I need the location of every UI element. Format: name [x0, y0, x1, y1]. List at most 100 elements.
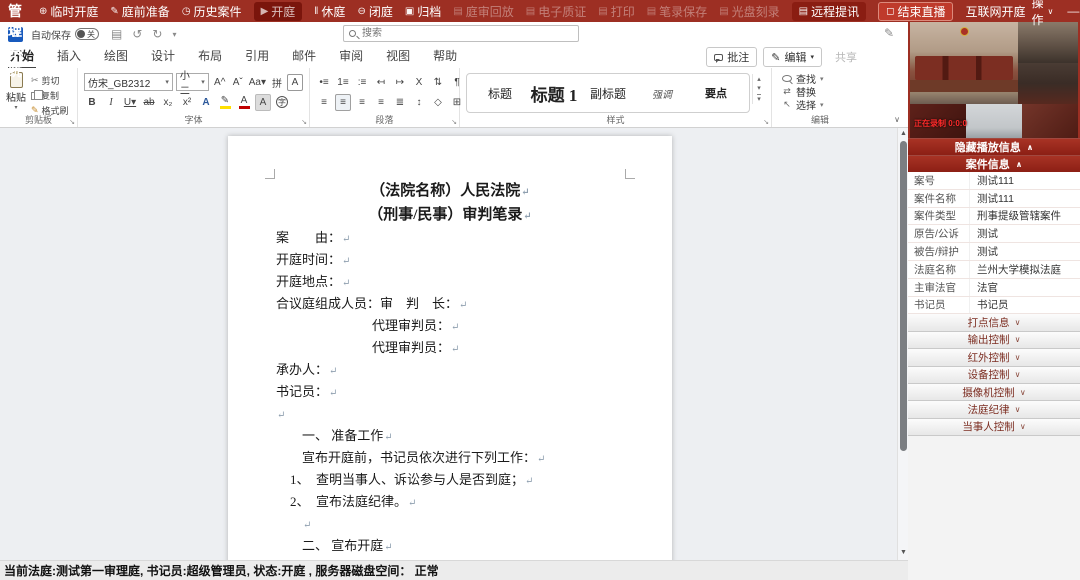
tab-review[interactable]: 审阅	[337, 45, 365, 69]
sort-icon[interactable]: ⇅	[430, 74, 446, 91]
section-marker-info[interactable]: 打点信息∨	[908, 314, 1080, 331]
tab-help[interactable]: 帮助	[431, 45, 459, 69]
distribute-icon[interactable]: ≣	[392, 94, 408, 111]
style-emphasis[interactable]: 强调	[635, 86, 689, 101]
decrease-indent-icon[interactable]: ↤	[373, 74, 389, 91]
underline-icon[interactable]: U▾	[122, 94, 138, 111]
undo-icon[interactable]: ↺	[132, 27, 142, 41]
search-input[interactable]	[360, 27, 573, 40]
dialog-launcher-icon[interactable]: ↘	[69, 118, 75, 126]
align-center-icon[interactable]: ≡	[335, 94, 351, 111]
share-button[interactable]: 共享	[828, 48, 864, 66]
comments-button[interactable]: 批注	[706, 47, 757, 67]
topbar-item-temp-court[interactable]: ⊕临时开庭	[39, 3, 98, 20]
gallery-up-icon[interactable]: ▴	[757, 75, 761, 83]
vertical-scrollbar[interactable]: ▲ ▼	[897, 128, 908, 560]
style-title[interactable]: 标题	[473, 85, 527, 102]
topbar-item-history-cases[interactable]: ◷历史案件	[182, 3, 242, 20]
section-device-control[interactable]: 设备控制∨	[908, 367, 1080, 384]
highlight-icon[interactable]: ✎	[217, 94, 233, 111]
style-subtitle[interactable]: 副标题	[581, 85, 635, 102]
shading-icon[interactable]: ◇	[430, 94, 446, 111]
tab-layout[interactable]: 布局	[196, 45, 224, 69]
case-info-header[interactable]: 案件信息 ∧	[908, 155, 1080, 172]
dialog-launcher-icon[interactable]: ↘	[301, 118, 307, 126]
font-name-select[interactable]: 仿宋_GB2312 ▾	[84, 73, 173, 91]
find-button[interactable]: 查找 ▾	[782, 72, 862, 85]
minimize-button[interactable]: —	[1067, 4, 1079, 18]
topbar-item-internet-court[interactable]: 互联网开庭	[965, 3, 1025, 20]
topbar-item-archive[interactable]: ▣归档	[405, 3, 441, 20]
topbar-item-remote-interrogation[interactable]: ▤远程提讯	[792, 2, 866, 21]
tab-insert[interactable]: 插入	[55, 45, 83, 69]
font-color-icon[interactable]: A	[236, 94, 252, 111]
topbar-item-close-court[interactable]: ⊖闭庭	[357, 3, 392, 20]
style-heading1[interactable]: 标题 1	[527, 81, 581, 106]
cut-button[interactable]: ✂ 剪切	[31, 74, 69, 87]
copy-button[interactable]: 复制	[31, 89, 69, 102]
justify-icon[interactable]: ≡	[373, 94, 389, 111]
topbar-item-evidence-compare[interactable]: ▤电子质证	[526, 3, 586, 20]
bullet-list-icon[interactable]: •≡	[316, 74, 332, 91]
hide-playback-header[interactable]: 隐藏播放信息 ∧	[908, 138, 1080, 155]
document-page[interactable]: （法院名称）人民法院↵（刑事/民事）审判笔录↵案 由：↵开庭时间：↵开庭地点：↵…	[228, 136, 672, 560]
search-box[interactable]	[343, 25, 579, 42]
superscript-icon[interactable]: x²	[179, 94, 195, 111]
multilevel-list-icon[interactable]: :≡	[354, 74, 370, 91]
increase-indent-icon[interactable]: ↦	[392, 74, 408, 91]
strikethrough-icon[interactable]: ab	[141, 94, 157, 111]
italic-icon[interactable]: I	[103, 94, 119, 111]
replace-button[interactable]: ⇄ 替换	[782, 85, 862, 98]
tab-references[interactable]: 引用	[243, 45, 271, 69]
bold-icon[interactable]: B	[84, 94, 100, 111]
tab-mailings[interactable]: 邮件	[290, 45, 318, 69]
editing-mode-button[interactable]: ✎ 编辑 ▾	[763, 47, 822, 67]
case-row-clerk: 书记员书记员	[908, 297, 1080, 315]
gallery-down-icon[interactable]: ▾	[757, 84, 761, 92]
align-left-icon[interactable]: ≡	[316, 94, 332, 111]
numbered-list-icon[interactable]: 1≡	[335, 74, 351, 91]
style-keypoints[interactable]: 要点	[689, 85, 743, 101]
text-effects-icon[interactable]: A	[198, 94, 214, 111]
pen-icon[interactable]: ✎	[884, 26, 894, 40]
font-size-select[interactable]: 小二 ▾	[176, 73, 209, 91]
topbar-item-record-save[interactable]: ▤笔录保存	[647, 3, 707, 20]
phonetic-guide-icon[interactable]: 拼	[269, 74, 285, 91]
change-case-icon[interactable]: Aa▾	[248, 74, 267, 91]
enclose-char-icon[interactable]: 字	[274, 94, 290, 111]
select-button[interactable]: ↖ 选择 ▾	[782, 98, 862, 111]
char-border-icon[interactable]: A	[287, 74, 303, 91]
operation-menu[interactable]: 操作 ∨	[1031, 0, 1053, 28]
section-infrared-control[interactable]: 红外控制∨	[908, 349, 1080, 366]
grow-font-icon[interactable]: A^	[212, 74, 228, 91]
gallery-more-icon[interactable]: ▾	[757, 94, 761, 103]
save-icon[interactable]: ▤	[111, 27, 122, 41]
char-shading-icon[interactable]: A	[255, 94, 271, 111]
tab-view[interactable]: 视图	[384, 45, 412, 69]
topbar-item-recess[interactable]: ‖休庭	[314, 3, 345, 20]
topbar-item-trial-playback[interactable]: ▤庭审回放	[453, 3, 513, 20]
dialog-launcher-icon[interactable]: ↘	[763, 118, 769, 126]
tab-draw[interactable]: 绘图	[102, 45, 130, 69]
align-right-icon[interactable]: ≡	[354, 94, 370, 111]
autosave-toggle[interactable]: 自动保存 关	[31, 27, 99, 42]
tab-design[interactable]: 设计	[149, 45, 177, 69]
qat-more-icon[interactable]: ▾	[172, 30, 176, 39]
redo-icon[interactable]: ↻	[152, 27, 162, 41]
asian-layout-icon[interactable]: X	[411, 74, 427, 91]
topbar-item-print[interactable]: ▤打印	[598, 3, 634, 20]
topbar-item-end-live[interactable]: ◻结束直播	[878, 2, 953, 21]
subscript-icon[interactable]: x₂	[160, 94, 176, 111]
dialog-launcher-icon[interactable]: ↘	[451, 118, 457, 126]
topbar-item-open-court[interactable]: ▶开庭	[254, 2, 303, 21]
scrollbar-thumb[interactable]	[900, 141, 907, 451]
shrink-font-icon[interactable]: Aˇ	[230, 74, 246, 91]
section-party-control[interactable]: 当事人控制∨	[908, 419, 1080, 436]
topbar-item-pretrial-prep[interactable]: ✎庭前准备	[110, 3, 169, 20]
section-output-control[interactable]: 输出控制∨	[908, 332, 1080, 349]
section-camera-control[interactable]: 摄像机控制∨	[908, 384, 1080, 401]
section-court-discipline[interactable]: 法庭纪律∨	[908, 401, 1080, 418]
topbar-item-disc-burn[interactable]: ▤光盘刻录	[719, 3, 779, 20]
collapse-ribbon-icon[interactable]: ∨	[894, 115, 900, 124]
line-spacing-icon[interactable]: ↕	[411, 94, 427, 111]
